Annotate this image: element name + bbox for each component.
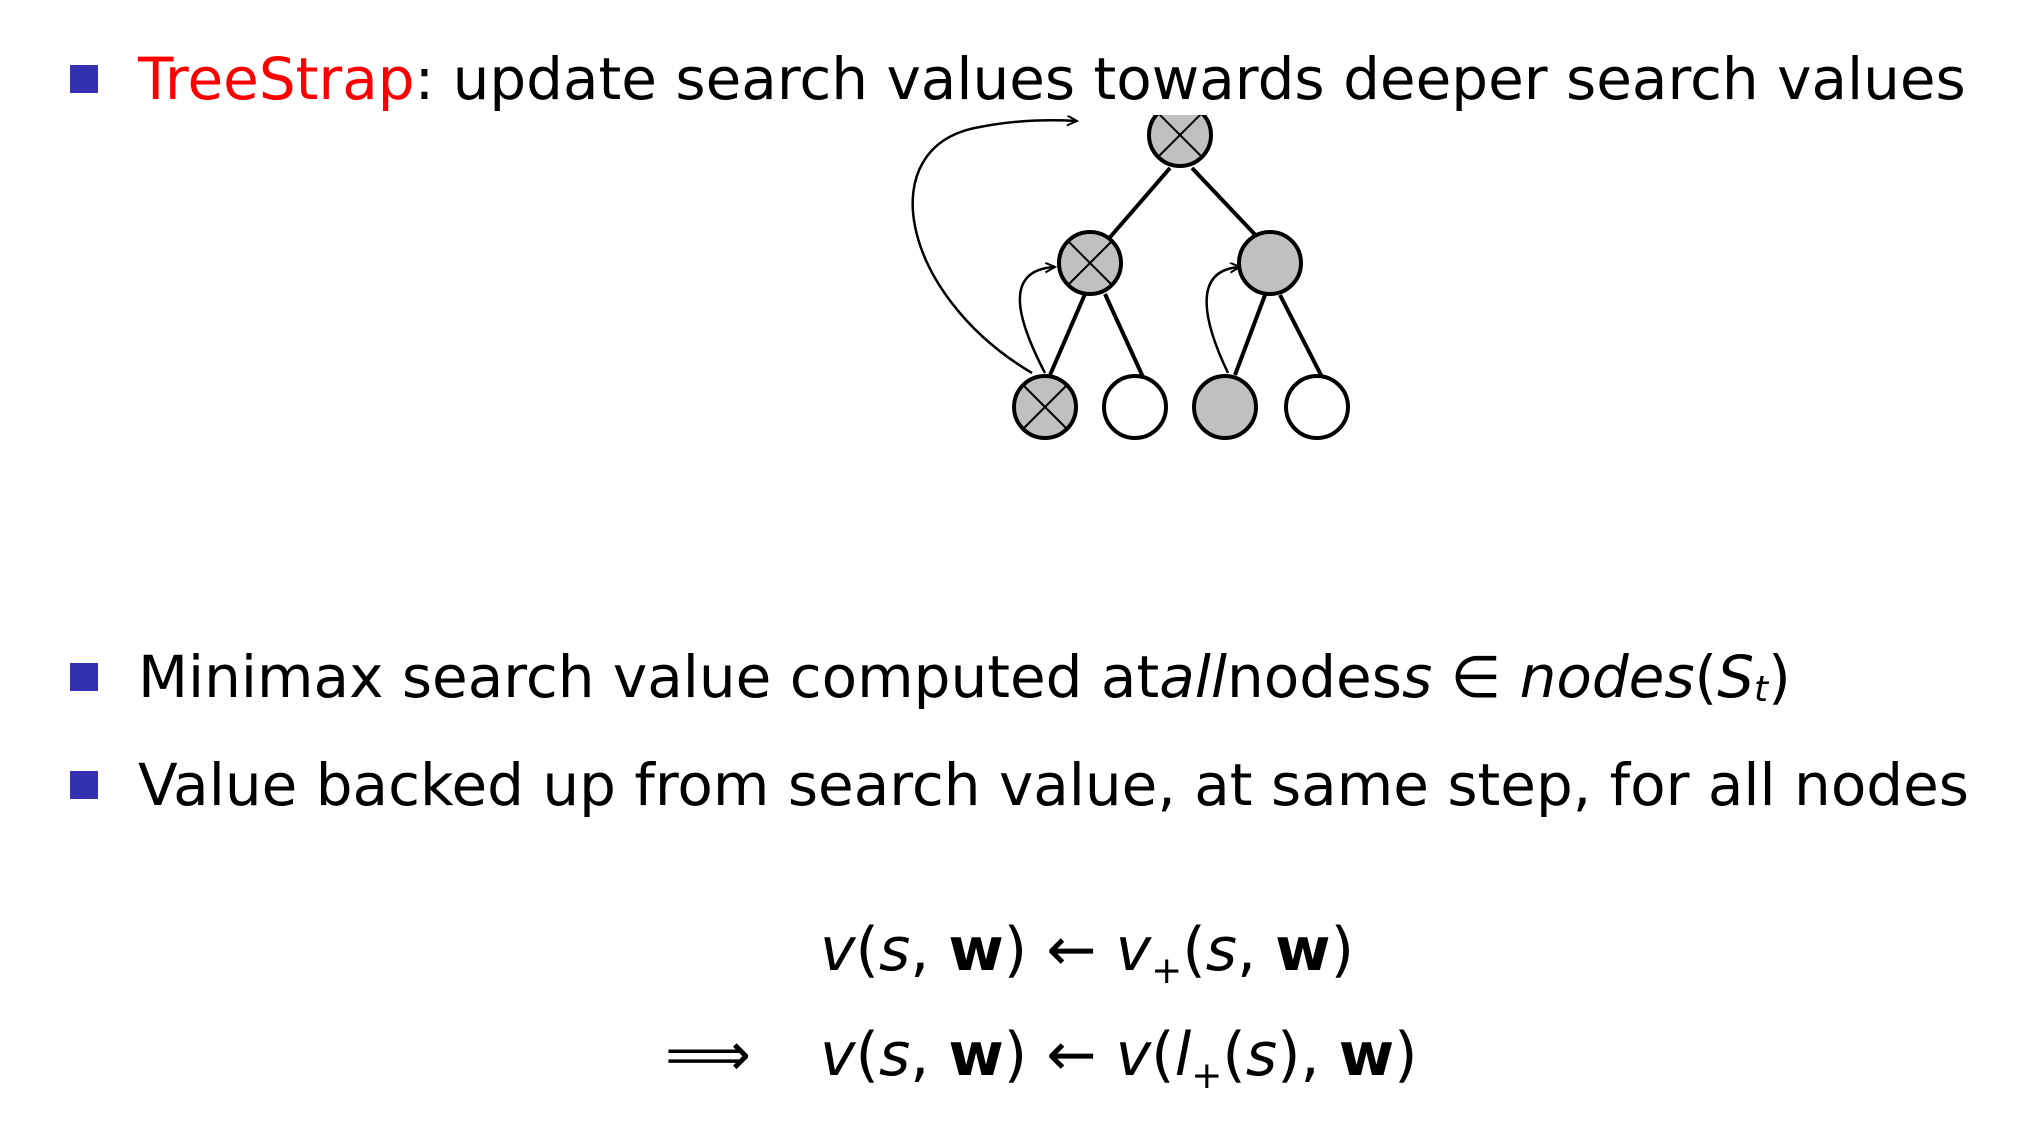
eq1-lhs-close: ) bbox=[1003, 915, 1028, 985]
eq2-rhs-w: w bbox=[1338, 1020, 1395, 1090]
eq1-rhs-s: s bbox=[1205, 915, 1238, 985]
edge-leftmid-leaf1 bbox=[1048, 293, 1087, 376]
value-backup-text: Value backed up from search value, at sa… bbox=[138, 751, 1970, 819]
eq1-rhs-sub-plus: + bbox=[1151, 948, 1183, 993]
eq2-implies: ⟹ bbox=[665, 1020, 752, 1090]
node-right-mid bbox=[1237, 230, 1303, 296]
bullet-marker bbox=[70, 65, 98, 93]
math-element-of: ∈ bbox=[1432, 643, 1520, 711]
bullet-value-backup: Value backed up from search value, at sa… bbox=[70, 756, 1969, 814]
arrow-leaf3-to-rightmid bbox=[1205, 267, 1240, 374]
node-left-mid bbox=[1057, 230, 1123, 296]
math-var-s: s bbox=[1401, 643, 1433, 711]
search-tree-diagram bbox=[911, 115, 1350, 440]
eq1-lhs-open: ( bbox=[855, 915, 879, 985]
math-S-subscript: t bbox=[1754, 668, 1769, 710]
edge-rightmid-leaf4 bbox=[1278, 294, 1324, 378]
eq2-rhs-open: ( bbox=[1151, 1020, 1175, 1090]
node-leaf-3 bbox=[1192, 374, 1258, 440]
treestrap-term: TreeStrap bbox=[138, 45, 415, 113]
edge-rightmid-leaf3 bbox=[1233, 294, 1267, 376]
minimax-text: Minimax search value computed at bbox=[138, 643, 1160, 711]
arrow-leaf1-to-leftmid bbox=[1018, 267, 1055, 374]
eq2-rhs-inner-open: ( bbox=[1222, 1020, 1246, 1090]
bullet-marker bbox=[70, 663, 98, 691]
equation-line-2: ⟹ v(s, w) ← v(l+(s), w) bbox=[665, 1020, 1418, 1094]
edge-root-leftmid bbox=[1103, 166, 1172, 245]
eq2-lhs-w: w bbox=[948, 1020, 1004, 1090]
bullet-marker bbox=[70, 771, 98, 799]
eq2-lhs-v: v bbox=[820, 1020, 856, 1090]
eq2-left-arrow: ← bbox=[1027, 1020, 1116, 1090]
minimax-text-after: nodes bbox=[1226, 643, 1402, 711]
eq1-lhs-w: w bbox=[948, 915, 1004, 985]
eq2-rhs-s: s bbox=[1245, 1020, 1278, 1090]
eq2-lhs-comma: , bbox=[910, 1020, 949, 1090]
node-leaf-1 bbox=[1012, 374, 1078, 440]
bullet-minimax: Minimax search value computed at all nod… bbox=[70, 643, 1791, 711]
eq1-lhs-s: s bbox=[878, 915, 911, 985]
bullet-treestrap: TreeStrap : update search values towards… bbox=[70, 50, 1966, 108]
eq1-lhs-comma: , bbox=[910, 915, 949, 985]
eq2-rhs-sub-plus: + bbox=[1191, 1053, 1223, 1098]
math-paren-open: ( bbox=[1694, 643, 1718, 711]
node-root bbox=[1147, 115, 1213, 168]
node-leaf-4 bbox=[1284, 374, 1350, 440]
eq2-rhs-close: ) bbox=[1394, 1020, 1418, 1090]
eq1-rhs-open: ( bbox=[1182, 915, 1206, 985]
eq2-rhs-v: v bbox=[1115, 1020, 1152, 1090]
eq1-lhs-v: v bbox=[820, 915, 856, 985]
treestrap-description: : update search values towards deeper se… bbox=[414, 45, 1966, 113]
eq2-rhs-l: l bbox=[1174, 1020, 1192, 1090]
math-S: S bbox=[1717, 643, 1755, 711]
eq2-lhs-close: ) bbox=[1003, 1020, 1028, 1090]
math-paren-close: ) bbox=[1768, 643, 1791, 711]
eq2-lhs-open: ( bbox=[855, 1020, 879, 1090]
minimax-emphasis: all bbox=[1159, 643, 1227, 711]
node-leaf-2 bbox=[1102, 374, 1168, 440]
eq1-rhs-w: w bbox=[1275, 915, 1331, 985]
edge-root-rightmid bbox=[1190, 166, 1265, 245]
edge-leftmid-leaf2 bbox=[1103, 293, 1145, 378]
eq1-left-arrow: ← bbox=[1027, 915, 1116, 985]
eq2-rhs-comma: , bbox=[1300, 1020, 1339, 1090]
eq1-rhs-close: ) bbox=[1330, 915, 1355, 985]
eq1-rhs-v: v bbox=[1115, 915, 1152, 985]
arrow-leaf1-to-root bbox=[911, 120, 1077, 375]
eq1-rhs-comma: , bbox=[1237, 915, 1276, 985]
eq2-rhs-inner-close: ) bbox=[1277, 1020, 1301, 1090]
math-nodes-func: nodes bbox=[1519, 643, 1695, 711]
eq2-lhs-s: s bbox=[878, 1020, 911, 1090]
tree-nodes bbox=[1012, 115, 1350, 440]
equation-line-1: v(s, w) ← v+(s, w) bbox=[820, 920, 1354, 989]
